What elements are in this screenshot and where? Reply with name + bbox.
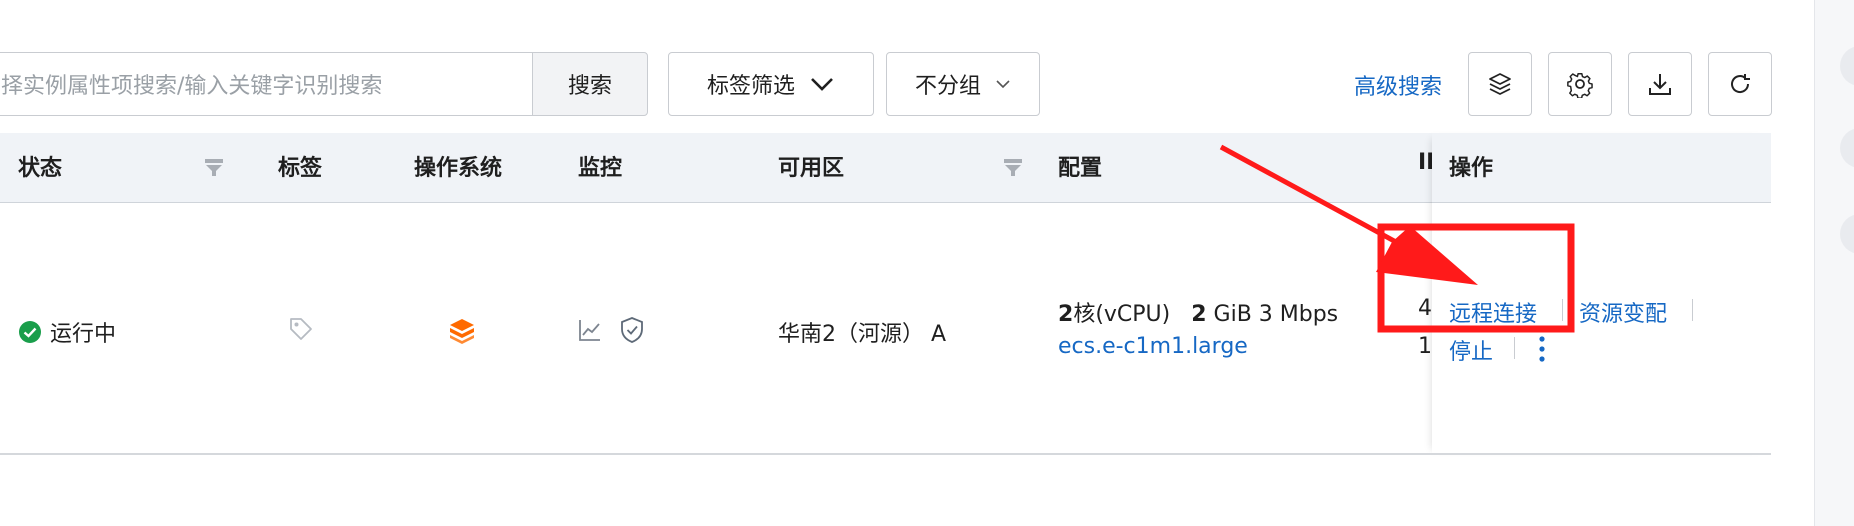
chevron-down-icon — [996, 80, 1010, 89]
action-separator — [1692, 299, 1693, 321]
group-select[interactable]: 不分组 — [886, 52, 1040, 116]
zone-cell: 华南2（河源） A — [778, 322, 947, 347]
chevron-down-icon — [811, 78, 833, 91]
layers-icon — [1489, 73, 1511, 95]
memory-count: 2 — [1191, 302, 1207, 327]
search-placeholder: 择实例属性项搜索/输入关键字识别搜索 — [1, 74, 383, 99]
search-button[interactable]: 搜索 — [532, 52, 648, 116]
search-input[interactable]: 择实例属性项搜索/输入关键字识别搜索 — [0, 52, 533, 116]
row-divider — [0, 453, 1771, 455]
group-select-label: 不分组 — [914, 74, 981, 99]
running-status-icon — [19, 321, 41, 343]
config-cell: 2核(vCPU) 2 GiB 3 Mbps — [1058, 296, 1338, 328]
column-header-status: 状态 — [18, 156, 63, 181]
ip-line-1: 4 — [1418, 296, 1432, 321]
os-stack-icon — [450, 319, 474, 344]
refresh-icon — [1731, 74, 1750, 93]
tag-filter-select[interactable]: 标签筛选 — [668, 52, 874, 116]
instance-spec-link[interactable]: ecs.e-c1m1.large — [1058, 334, 1248, 359]
ip-line-2: 1 — [1418, 334, 1432, 359]
cpu-unit: 核(vCPU) — [1073, 302, 1171, 327]
refresh-button[interactable] — [1708, 52, 1772, 116]
gear-icon — [1567, 72, 1593, 98]
memory-bandwidth: GiB 3 Mbps — [1213, 302, 1339, 327]
advanced-search-link[interactable]: 高级搜索 — [1354, 68, 1442, 102]
actions-column-fixed — [1432, 133, 1771, 455]
column-header-monitor: 监控 — [578, 156, 623, 181]
more-vertical-icon[interactable] — [1532, 334, 1552, 364]
column-header-tag: 标签 — [278, 156, 323, 181]
shield-icon[interactable] — [619, 316, 645, 344]
resource-change-link[interactable]: 资源变配 — [1579, 296, 1667, 328]
chart-icon[interactable] — [578, 318, 602, 342]
settings-button[interactable] — [1548, 52, 1612, 116]
status-text: 运行中 — [50, 322, 117, 347]
action-separator — [1562, 299, 1563, 321]
layers-button[interactable] — [1468, 52, 1532, 116]
tag-filter-label: 标签筛选 — [706, 74, 795, 99]
filter-icon[interactable] — [203, 156, 225, 178]
stop-link[interactable]: 停止 — [1449, 334, 1493, 366]
status-cell: 运行中 — [18, 316, 116, 348]
action-separator — [1514, 337, 1515, 359]
tag-icon[interactable] — [288, 316, 314, 342]
download-icon — [1649, 74, 1671, 95]
column-header-zone: 可用区 — [778, 156, 845, 181]
column-header-config: 配置 — [1058, 156, 1103, 181]
download-button[interactable] — [1628, 52, 1692, 116]
filter-icon[interactable] — [1002, 156, 1024, 178]
remote-connect-link[interactable]: 远程连接 — [1449, 296, 1537, 328]
column-header-os: 操作系统 — [414, 156, 503, 181]
column-header-ip: IP — [1418, 150, 1432, 175]
cpu-count: 2 — [1058, 302, 1074, 327]
